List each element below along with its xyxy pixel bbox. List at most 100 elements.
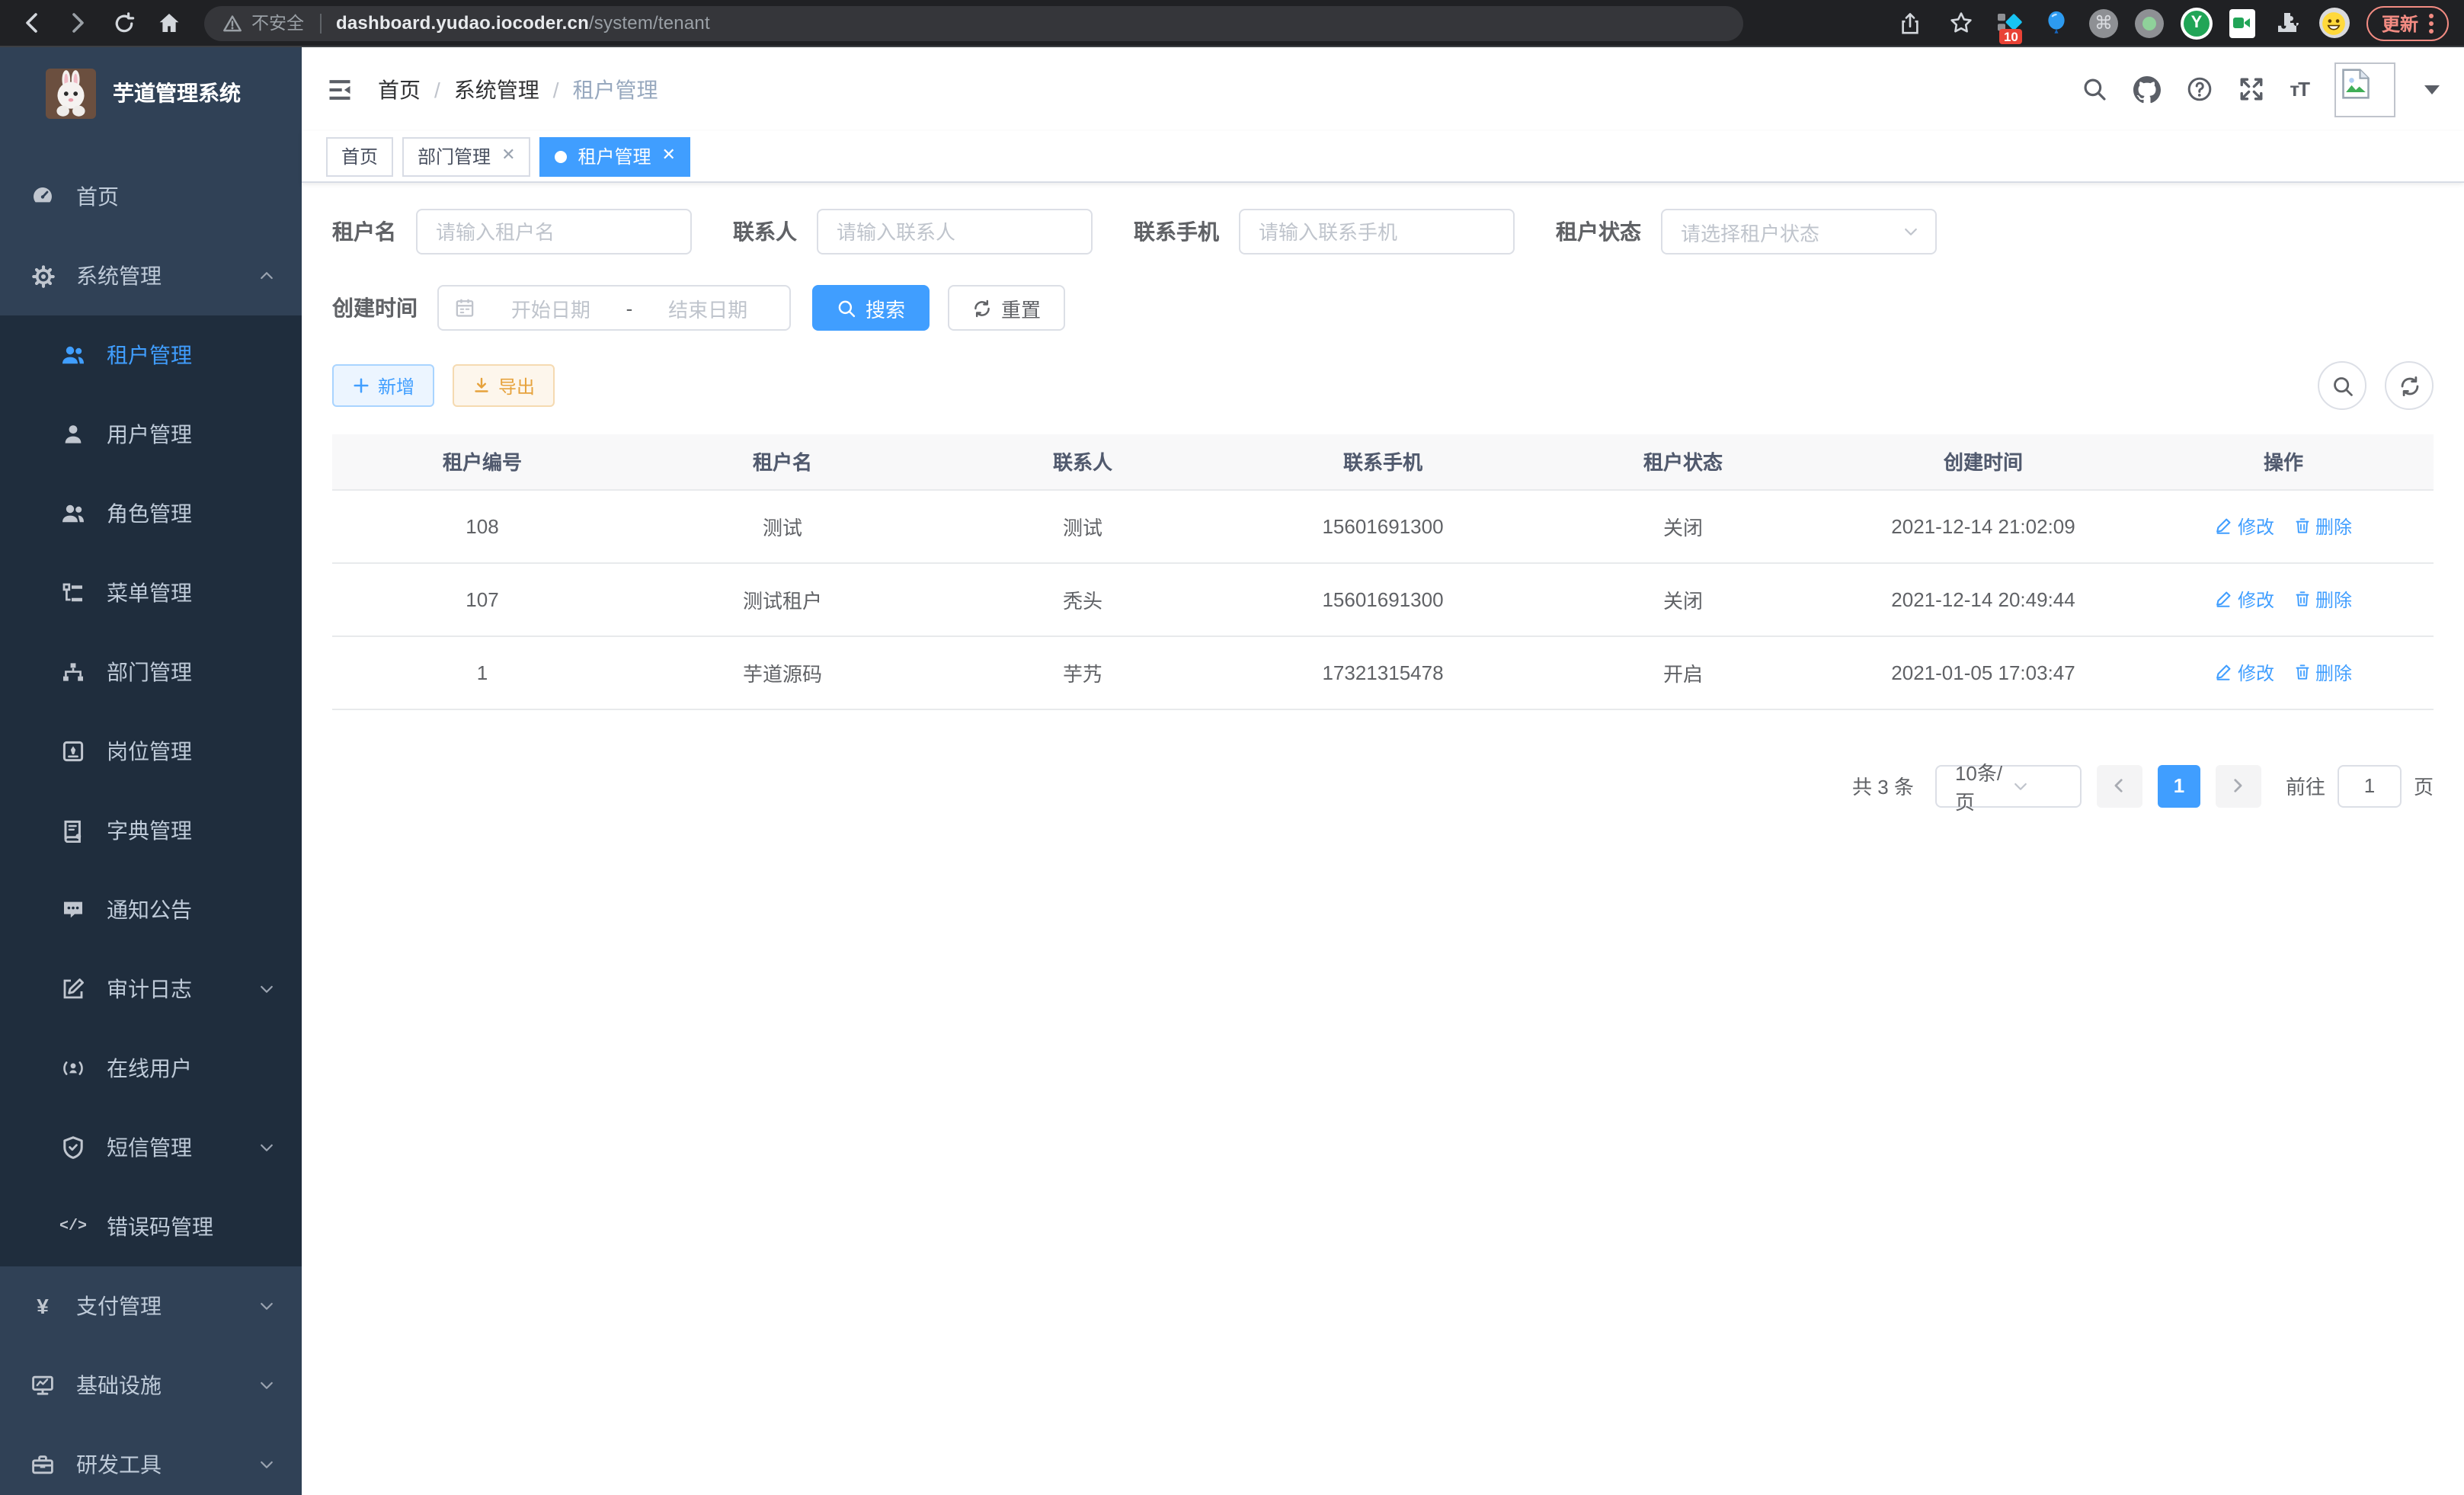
create-time-label: 创建时间 <box>332 293 418 323</box>
edit-link[interactable]: 修改 <box>2215 659 2274 685</box>
breadcrumb-home[interactable]: 首页 <box>378 74 421 104</box>
sidebar-item-post[interactable]: 岗位管理 <box>0 712 302 791</box>
extension-balloon-icon[interactable] <box>2042 8 2072 38</box>
share-button[interactable] <box>1894 6 1928 40</box>
create-time-range-picker[interactable]: 开始日期 - 结束日期 <box>437 285 791 331</box>
page-number-1[interactable]: 1 <box>2158 764 2200 807</box>
show-search-toggle-button[interactable] <box>2318 361 2366 410</box>
col-tenant-id: 租户编号 <box>332 434 632 489</box>
extension-diamond-icon[interactable]: 10 <box>1995 8 2025 38</box>
user-icon <box>61 422 85 447</box>
extension-record-icon[interactable] <box>2135 8 2164 37</box>
search-button[interactable]: 搜索 <box>812 285 930 331</box>
address-bar[interactable]: 不安全 dashboard.yudao.iocoder.cn/system/te… <box>204 5 1743 40</box>
contact-input[interactable] <box>817 209 1093 255</box>
delete-link[interactable]: 删除 <box>2293 586 2352 612</box>
close-icon[interactable]: ✕ <box>501 148 515 165</box>
status-value: 开启 <box>1533 635 1833 709</box>
log-icon <box>61 977 85 1001</box>
sidebar-item-sms[interactable]: 短信管理 <box>0 1108 302 1187</box>
breadcrumb-system[interactable]: 系统管理 <box>454 74 539 104</box>
users-icon <box>61 343 85 367</box>
sidebar-item-notice[interactable]: 通知公告 <box>0 870 302 949</box>
browser-update-button[interactable]: 更新 <box>2366 5 2449 40</box>
extension-badge: 10 <box>1999 28 2023 44</box>
fullscreen-icon[interactable] <box>2238 76 2264 102</box>
sidebar-item-audit-log[interactable]: 审计日志 <box>0 949 302 1029</box>
goto-label: 前往 <box>2286 771 2325 800</box>
add-button[interactable]: 新增 <box>332 364 434 407</box>
sidebar-item-online-users[interactable]: 在线用户 <box>0 1029 302 1108</box>
sidebar-collapse-icon[interactable] <box>326 75 354 103</box>
sidebar-item-dev-tools[interactable]: 研发工具 <box>0 1425 302 1495</box>
url-host: dashboard.yudao.iocoder.cn <box>336 12 589 34</box>
sidebar-item-tenant[interactable]: 租户管理 <box>0 315 302 395</box>
gear-icon <box>30 264 55 288</box>
next-page-button[interactable] <box>2216 764 2261 807</box>
sidebar-item-dept[interactable]: 部门管理 <box>0 632 302 712</box>
browser-home-button[interactable] <box>152 6 186 40</box>
font-size-icon[interactable]: тT <box>2290 78 2309 101</box>
tenant-name-label: 租户名 <box>332 216 396 247</box>
prev-page-button[interactable] <box>2097 764 2142 807</box>
page-size-select[interactable]: 10条/页 <box>1935 764 2082 807</box>
status-value: 关闭 <box>1533 562 1833 635</box>
system-submenu: 租户管理 用户管理 角色管理 菜单管理 <box>0 315 302 1266</box>
github-icon[interactable] <box>2133 75 2160 103</box>
tab-dept[interactable]: 部门管理 ✕ <box>402 136 530 176</box>
goto-page-input[interactable] <box>2338 764 2402 807</box>
chevron-down-icon <box>2011 776 2068 795</box>
security-label[interactable]: 不安全 <box>251 11 304 35</box>
start-date-placeholder: 开始日期 <box>485 293 617 322</box>
edit-link[interactable]: 修改 <box>2215 586 2274 612</box>
sidebar-item-role[interactable]: 角色管理 <box>0 474 302 553</box>
users-icon <box>61 501 85 526</box>
export-button[interactable]: 导出 <box>453 364 555 407</box>
refresh-table-button[interactable] <box>2385 361 2434 410</box>
user-avatar[interactable] <box>2334 62 2395 117</box>
delete-link[interactable]: 删除 <box>2293 513 2352 539</box>
sidebar-item-user[interactable]: 用户管理 <box>0 395 302 474</box>
chevron-down-icon <box>258 1138 276 1157</box>
close-icon[interactable]: ✕ <box>662 148 676 165</box>
tenant-name-input[interactable] <box>416 209 692 255</box>
edit-link[interactable]: 修改 <box>2215 513 2274 539</box>
help-icon[interactable] <box>2186 76 2212 102</box>
extension-y-icon[interactable]: Y <box>2181 7 2213 39</box>
sidebar: 芋道管理系统 首页 系统管理 租户管理 <box>0 47 302 1495</box>
browser-reload-button[interactable] <box>107 6 140 40</box>
book-icon <box>61 818 85 843</box>
sidebar-item-infrastructure[interactable]: 基础设施 <box>0 1346 302 1425</box>
status-select[interactable]: 请选择租户状态 <box>1661 209 1937 255</box>
reset-button[interactable]: 重置 <box>948 285 1065 331</box>
sidebar-item-payment[interactable]: ¥ 支付管理 <box>0 1266 302 1346</box>
broadcast-icon <box>61 1056 85 1080</box>
pagination-total: 共 3 条 <box>1852 771 1914 800</box>
extension-command-icon[interactable]: ⌘ <box>2089 8 2118 37</box>
sidebar-item-dict[interactable]: 字典管理 <box>0 791 302 870</box>
tab-home[interactable]: 首页 <box>326 136 393 176</box>
extension-capture-icon[interactable] <box>2229 8 2255 37</box>
sidebar-item-system[interactable]: 系统管理 <box>0 236 302 315</box>
delete-link[interactable]: 删除 <box>2293 659 2352 685</box>
mobile-label: 联系手机 <box>1134 216 1219 247</box>
app-logo-row[interactable]: 芋道管理系统 <box>0 47 302 139</box>
security-warning-icon <box>222 13 242 33</box>
sidebar-item-menu[interactable]: 菜单管理 <box>0 553 302 632</box>
header-search-icon[interactable] <box>2081 76 2107 102</box>
tab-tenant[interactable]: 租户管理 ✕ <box>540 136 691 176</box>
browser-profile-avatar[interactable] <box>2319 8 2350 38</box>
status-value: 关闭 <box>1533 489 1833 562</box>
page-unit-label: 页 <box>2414 771 2434 800</box>
extensions-puzzle-icon[interactable] <box>2272 8 2302 38</box>
mobile-input[interactable] <box>1239 209 1515 255</box>
bookmark-star-button[interactable] <box>1944 6 1978 40</box>
sidebar-item-home[interactable]: 首页 <box>0 157 302 236</box>
chevron-down-icon <box>258 1376 276 1394</box>
browser-menu-icon[interactable] <box>2429 13 2434 33</box>
browser-back-button[interactable] <box>15 6 49 40</box>
avatar-dropdown-caret-icon[interactable] <box>2424 85 2440 94</box>
browser-forward-button[interactable] <box>61 6 94 40</box>
sidebar-item-error-code[interactable]: </> 错误码管理 <box>0 1187 302 1266</box>
tenant-table: 租户编号 租户名 联系人 联系手机 租户状态 创建时间 操作 108 测试 <box>332 434 2434 709</box>
